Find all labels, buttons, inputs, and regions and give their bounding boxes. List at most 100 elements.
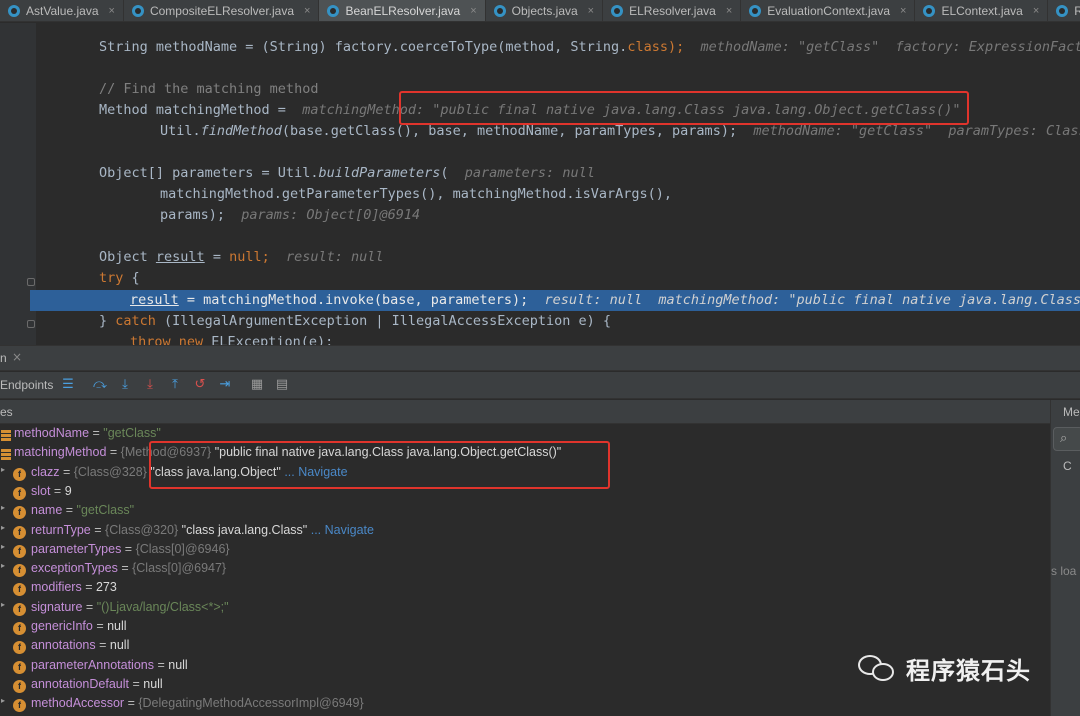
variable-type-ref: {Class[0]@6947} [132, 561, 227, 576]
trace-stream-icon[interactable]: ▤ [274, 376, 290, 394]
variable-separator: = [81, 580, 96, 595]
variable-separator: = [129, 676, 144, 691]
evaluate-expression-icon[interactable]: ▦ [249, 376, 265, 394]
debug-title: n [0, 351, 7, 365]
close-tab-icon[interactable]: × [900, 5, 906, 17]
navigate-link[interactable]: ... Navigate [284, 465, 347, 479]
memory-panel-title: Me [1063, 405, 1080, 419]
variable-type-ref: {Class@328} [73, 464, 151, 479]
variable-type-ref: {DelegatingMethodAccessorImpl@6949} [138, 696, 364, 711]
variable-separator: = [62, 503, 77, 518]
step-into-icon[interactable]: ⤓ [117, 376, 133, 394]
variable-name: matchingMethod [14, 445, 107, 460]
endpoints-tab[interactable]: Endpoints [0, 378, 53, 392]
menu-lines-icon[interactable]: ☰ [60, 376, 76, 394]
field-icon: f [13, 544, 26, 558]
drop-frame-icon[interactable]: ↺ [192, 376, 208, 394]
editor-tab-label: AstValue.java [26, 4, 99, 18]
editor-tab[interactable]: ELContext.java × [915, 0, 1049, 21]
variable-name: exceptionTypes [31, 561, 118, 576]
variable-value: "public final native java.lang.Class jav… [214, 445, 562, 460]
editor-tab-label: CompositeELResolver.java [149, 4, 295, 18]
code-comment: // Find the matching method [99, 81, 319, 97]
field-icon: f [13, 486, 26, 500]
variable-name: annotations [31, 638, 96, 653]
variable-value: null [168, 657, 188, 672]
field-icon: f [13, 564, 26, 578]
field-icon: f [13, 622, 26, 635]
fold-marker[interactable] [27, 278, 35, 286]
run-to-cursor-icon[interactable]: ⇥ [217, 376, 233, 394]
close-tab-icon[interactable]: × [304, 5, 310, 17]
expand-arrow-icon[interactable]: ▸ [1, 523, 11, 532]
variable-separator: = [117, 561, 133, 576]
editor-tab-label: RootResolver.java [1074, 4, 1080, 18]
variable-value: "getClass" [76, 503, 135, 518]
code-line: Util.findMethod(base.getClass(), base, m… [160, 123, 1080, 139]
code-line: throw new ELException(e); [130, 334, 334, 345]
variable-value: 273 [95, 580, 117, 595]
variable-value: null [109, 638, 130, 653]
expand-arrow-icon[interactable]: ▸ [1, 696, 11, 705]
code-line: try { [99, 270, 140, 286]
close-tab-icon[interactable]: × [588, 5, 594, 17]
expand-arrow-icon[interactable]: ▸ [1, 503, 11, 512]
variable-separator: = [95, 638, 110, 653]
editor-tab[interactable]: EvaluationContext.java × [741, 0, 916, 21]
memory-loading-text: s loa [1051, 564, 1077, 578]
code-editor[interactable]: String methodName = (String) factory.coe… [0, 23, 1080, 345]
close-tab-icon[interactable]: × [109, 5, 115, 17]
variable-name: signature [31, 599, 83, 614]
editor-tab-label: ELContext.java [941, 4, 1023, 18]
variable-separator: = [106, 445, 121, 460]
field-icon: f [13, 467, 26, 481]
editor-tab[interactable]: RootResolver.java× [1048, 0, 1080, 21]
force-step-into-icon[interactable]: ⤓ [142, 376, 158, 394]
wechat-logo-icon [858, 651, 898, 685]
memory-search-field[interactable]: ⌕ [1053, 427, 1080, 451]
editor-tab[interactable]: Objects.java × [486, 0, 604, 21]
editor-tab[interactable]: ELResolver.java × [603, 0, 742, 21]
variable-value: "class java.lang.Object" [150, 464, 281, 479]
fold-marker[interactable] [27, 320, 35, 328]
variable-separator: = [121, 541, 136, 556]
editor-tab[interactable]: AstValue.java × [0, 0, 124, 21]
field-icon: f [13, 525, 26, 539]
step-over-icon[interactable]: ⤼ [92, 376, 108, 394]
variable-name: slot [31, 483, 51, 498]
variables-header: es [0, 400, 1050, 424]
editor-tab[interactable]: BeanELResolver.java × [319, 0, 486, 21]
navigate-link[interactable]: ... Navigate [311, 523, 374, 537]
java-class-icon [8, 5, 20, 17]
step-out-icon[interactable]: ⤒ [167, 376, 183, 394]
variable-separator: = [82, 599, 97, 614]
variable-type-ref: {Class[0]@6946} [135, 541, 230, 556]
expand-arrow-icon[interactable]: ▸ [1, 600, 11, 609]
java-class-icon [749, 5, 762, 17]
expand-arrow-icon[interactable]: ▸ [1, 561, 11, 570]
editor-tab[interactable]: CompositeELResolver.java × [124, 0, 320, 21]
variable-separator: = [154, 657, 169, 672]
close-tab-icon[interactable]: × [470, 5, 476, 17]
watermark-text: 程序猿石头 [906, 656, 1031, 685]
watermark: 程序猿石头 [858, 648, 1031, 688]
close-tab-icon[interactable]: × [1033, 5, 1039, 17]
variable-name: clazz [31, 464, 60, 479]
code-line: params); params: Object[0]@6914 [160, 207, 421, 223]
variable-name: modifiers [31, 580, 82, 595]
memory-column-label: C [1063, 459, 1072, 473]
variable-separator: = [92, 619, 108, 633]
local-variable-icon [1, 449, 11, 461]
close-icon[interactable]: × [12, 350, 22, 364]
editor-tab-label: ELResolver.java [629, 4, 716, 18]
editor-tab-bar: AstValue.java × CompositeELResolver.java × B… [0, 0, 1080, 22]
close-tab-icon[interactable]: × [726, 5, 732, 17]
expand-arrow-icon[interactable]: ▸ [1, 465, 11, 474]
variable-separator: = [59, 464, 74, 479]
variable-separator: = [89, 426, 104, 440]
java-class-icon [1056, 5, 1069, 17]
expand-arrow-icon[interactable]: ▸ [1, 542, 11, 551]
variable-name: name [31, 503, 63, 518]
variable-value: "class java.lang.Class" [181, 522, 308, 537]
field-icon: f [13, 660, 26, 674]
